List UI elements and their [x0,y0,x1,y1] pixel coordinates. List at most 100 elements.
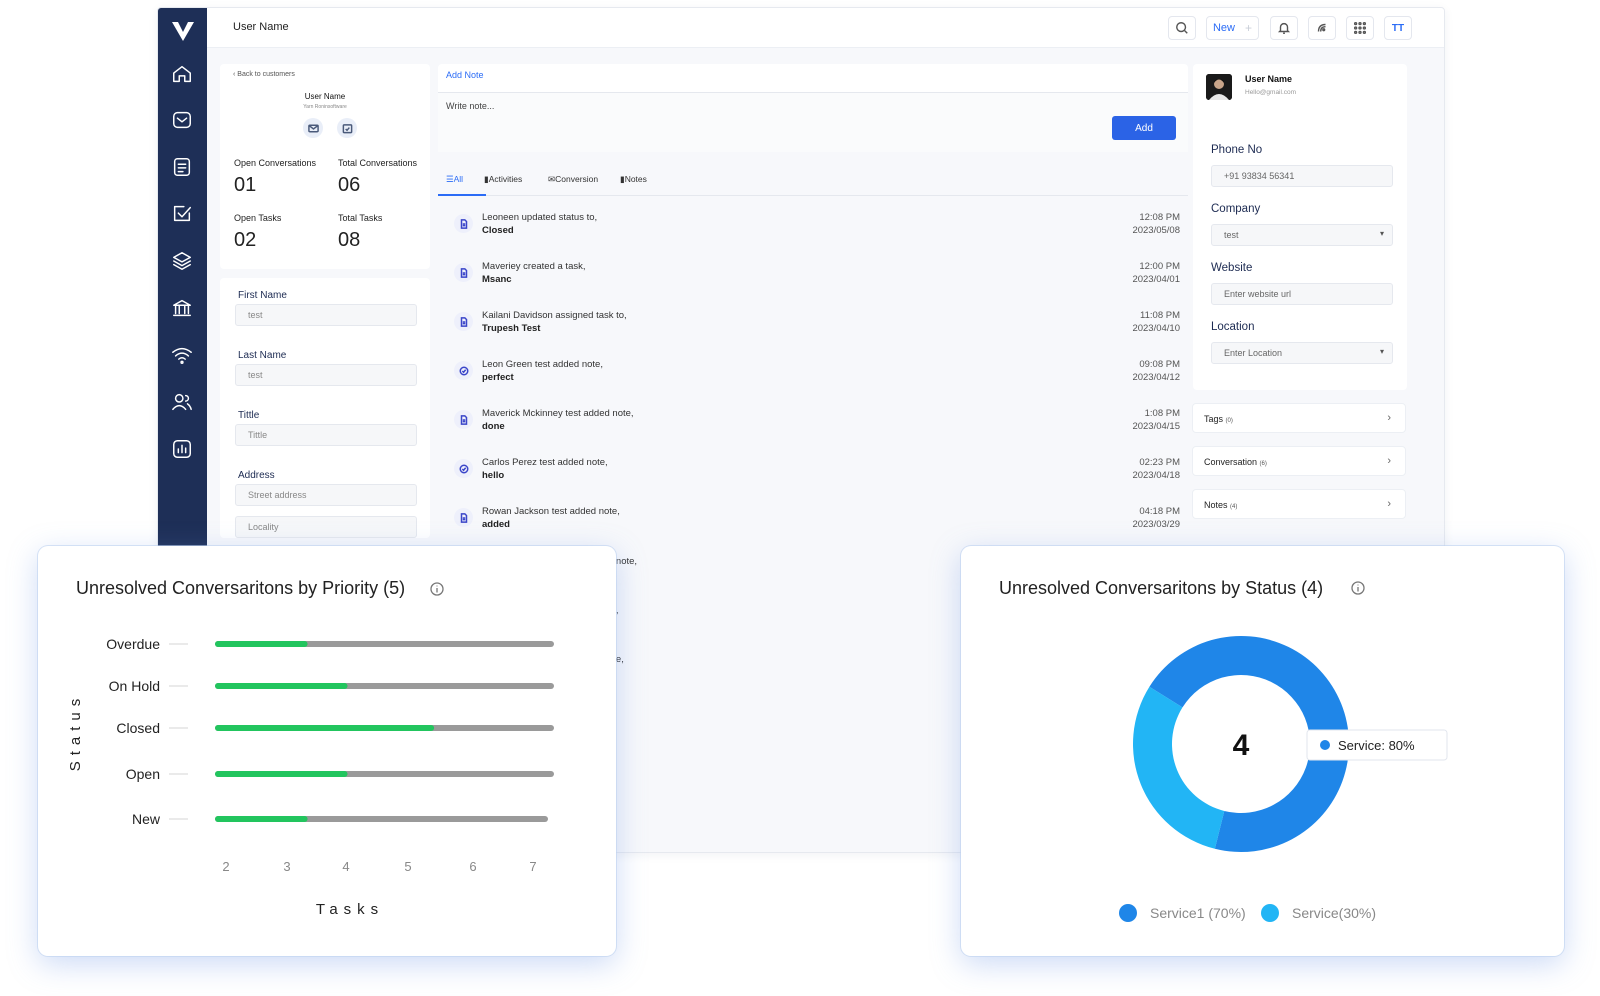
document-icon [454,410,473,429]
activity-text: Maverick Mckinney test added note, done [482,407,634,433]
activity-date: 2023/03/29 [1132,519,1180,530]
tab-all-label: All [453,174,464,184]
contacts-icon[interactable] [171,391,193,413]
tab-notes[interactable]: ▮Notes [620,174,647,185]
report-icon[interactable] [171,438,193,460]
stat-value: 08 [338,229,361,251]
profile-subtitle: Yarn Roninsoftware [303,104,347,110]
stat-label: Open Conversations [234,158,317,168]
activity-detail: perfect [482,372,514,383]
tab-activities[interactable]: ▮Activities [484,174,522,185]
location-select[interactable]: Enter Location ▾ [1211,342,1393,364]
activity-description: Maverick Mckinney test added note, [482,408,634,419]
activity-time: 04:18 PM [1139,506,1180,517]
y-tick-label: Closed [116,720,160,736]
activity-detail: added [482,519,510,530]
chevron-right-icon: › [1387,455,1391,467]
document-icon [454,312,473,331]
chevron-down-icon: ▾ [1379,347,1384,356]
activity-time: 12:08 PM [1139,212,1180,223]
contact-email: Hello@gmail.com [1245,89,1297,96]
activity-row[interactable]: Maveriey created a task, Msanc 12:00 PM 202… [438,260,1188,300]
conversation-accordion[interactable]: Conversation (6) › [1192,446,1406,476]
search-button[interactable] [1168,16,1196,40]
activity-detail: hello [482,470,505,481]
note-textarea[interactable]: Write note... [438,92,1188,152]
y-tick-label: New [132,811,161,827]
back-to-customers-link[interactable]: ‹ Back to customers [233,71,295,78]
activity-date: 2023/04/15 [1132,421,1180,432]
task-action-button[interactable] [337,118,357,138]
donut-center-value: 4 [1233,729,1250,762]
broadcast-button[interactable] [1308,16,1336,40]
activity-text: Rowan Jackson test added note, added [482,505,620,531]
activity-timestamp: 02:23 PM 2023/04/18 [1132,456,1180,482]
activity-detail: Trupesh Test [482,323,541,334]
company-label: Company [1211,203,1261,215]
stat-value: 01 [234,174,257,196]
activity-time: 09:08 PM [1139,359,1180,370]
legend-swatch [1119,904,1137,922]
activity-row[interactable]: Maverick Mckinney test added note, done 1:… [438,407,1188,447]
activity-date: 2023/04/01 [1132,274,1180,285]
wifi-icon[interactable] [171,344,193,366]
last-name-label: Last Name [238,350,287,361]
website-label: Website [1211,262,1253,274]
activity-detail: Closed [482,225,514,236]
activity-row[interactable]: Carlos Perez test added note, hello 02:23 … [438,456,1188,496]
phone-field[interactable]: +91 93834 56341 [1211,165,1393,187]
status-chart-card: Unresolved Conversaritons by Status (4) … [961,546,1564,956]
activity-detail: done [482,421,505,432]
bank-icon[interactable] [171,297,193,319]
activity-row[interactable]: Leon Green test added note, perfect 09:08 … [438,358,1188,398]
tab-conversion-label: Conversion [555,174,599,184]
donut-slice [1133,686,1225,849]
last-name-field[interactable]: test [235,364,417,386]
activity-description: Rowan Jackson test added note, [482,506,620,517]
document-icon [454,508,473,527]
new-button[interactable]: New + [1206,16,1259,40]
tab-conversion[interactable]: ✉Conversion [548,174,598,185]
chevron-right-icon: › [1387,412,1391,424]
activity-row[interactable]: Kailani Davidson assigned task to, Trupes… [438,309,1188,349]
document-icon[interactable] [171,156,193,178]
x-axis-title: Tasks [316,901,384,918]
stat-value: 02 [234,229,257,251]
location-label: Location [1211,321,1255,333]
activity-row[interactable]: Leoneen updated status to, Closed 12:08 PM… [438,211,1188,251]
phone-label: Phone No [1211,144,1263,156]
title-field[interactable]: Tittle [235,424,417,446]
apps-button[interactable] [1346,16,1374,40]
locality-field[interactable]: Locality [235,516,417,538]
x-tick-label: 3 [283,859,290,874]
tags-accordion[interactable]: Tags (0) › [1192,403,1406,433]
logo-icon[interactable] [170,18,196,44]
checkbox-icon[interactable] [171,203,193,225]
add-note-button[interactable]: Add [1112,116,1176,140]
company-select[interactable]: test ▾ [1211,224,1393,246]
street-address-field[interactable]: Street address [235,484,417,506]
notes-accordion[interactable]: Notes (4) › [1192,489,1406,519]
email-action-button[interactable] [303,118,323,138]
inbox-icon[interactable] [171,109,193,131]
title-label: Tittle [238,410,260,421]
legend-swatch [1261,904,1279,922]
x-tick-label: 2 [222,859,229,874]
first-name-field[interactable]: test [235,304,417,326]
activity-row[interactable]: Rowan Jackson test added note, added 04:18… [438,505,1188,545]
activity-timestamp: 12:00 PM 2023/04/01 [1132,260,1180,286]
layers-icon[interactable] [171,250,193,272]
tab-add-note[interactable]: Add Note [446,70,484,80]
notification-button[interactable] [1270,16,1298,40]
stat-label: Total Conversations [338,158,418,168]
address-label: Address [238,470,275,481]
activity-text: Leoneen updated status to, Closed [482,211,597,237]
activity-timestamp: 04:18 PM 2023/03/29 [1132,505,1180,531]
website-field[interactable]: Enter website url [1211,283,1393,305]
accordion-label: Notes (4) [1204,500,1237,510]
activity-date: 2023/04/18 [1132,470,1180,481]
home-icon[interactable] [171,63,193,85]
calendar-check-icon [342,123,352,133]
user-initials-button[interactable]: TT [1384,16,1412,40]
tab-all[interactable]: ☰All [446,174,463,185]
